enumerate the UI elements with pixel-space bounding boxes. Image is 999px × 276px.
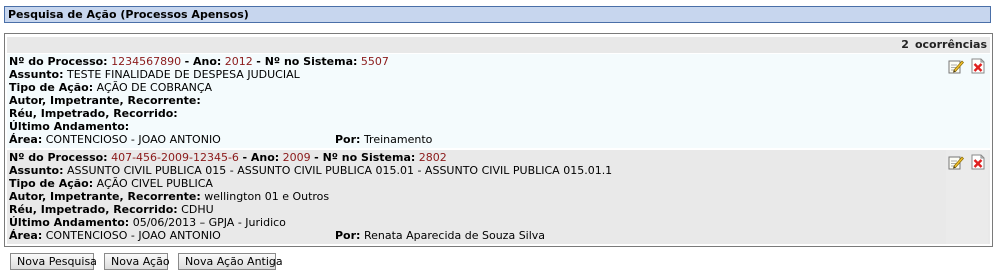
reu-label: Réu, Impetrado, Recorrido: [9, 107, 178, 120]
por-block: Por: Renata Aparecida de Souza Silva [335, 229, 545, 242]
area-line: Área: CONTENCIOSO - JOAO ANTONIO Por: Tr… [9, 133, 939, 146]
results-count: 2 [901, 38, 909, 51]
assunto-label: Assunto: [9, 68, 64, 81]
result-record: Nº do Processo: 407-456-2009-12345-6 - A… [7, 150, 990, 244]
area-value: CONTENCIOSO - JOAO ANTONIO [45, 133, 221, 146]
area-label: Área: [9, 229, 43, 242]
assunto-value: ASSUNTO CIVIL PUBLICA 015 - ASSUNTO CIVI… [66, 164, 613, 177]
area-value: CONTENCIOSO - JOAO ANTONIO [45, 229, 221, 242]
reu-value: CDHU [181, 203, 214, 216]
delete-x-icon[interactable] [970, 154, 986, 170]
tipo-acao-value: AÇÃO DE COBRANÇA [96, 81, 213, 94]
record-details: Nº do Processo: 1234567890 - Ano: 2012 -… [9, 55, 939, 146]
reu-label: Réu, Impetrado, Recorrido: [9, 203, 178, 216]
record-actions [946, 150, 988, 244]
ultimo-andamento-label: Último Andamento: [9, 120, 130, 133]
ano-value: 2009 [282, 151, 311, 164]
ano-label: Ano: [192, 55, 222, 68]
results-count-label: ocorrências [914, 38, 987, 51]
processo-value: 407-456-2009-12345-6 [111, 151, 239, 164]
tipo-acao-value: AÇÃO CIVEL PUBLICA [96, 177, 213, 190]
processo-label: Nº do Processo: [9, 151, 108, 164]
por-label: Por: [335, 229, 361, 242]
reu-line: Réu, Impetrado, Recorrido: [9, 107, 939, 120]
autor-line: Autor, Impetrante, Recorrente: [9, 94, 939, 107]
sistema-label: Nº no Sistema: [264, 55, 358, 68]
record-actions [946, 54, 988, 148]
reu-line: Réu, Impetrado, Recorrido: CDHU [9, 203, 939, 216]
sistema-value: 5507 [360, 55, 389, 68]
record-details: Nº do Processo: 407-456-2009-12345-6 - A… [9, 151, 939, 242]
sistema-label: Nº no Sistema: [322, 151, 416, 164]
por-value: Renata Aparecida de Souza Silva [363, 229, 546, 242]
area-line: Área: CONTENCIOSO - JOAO ANTONIO Por: Re… [9, 229, 939, 242]
autor-value: wellington 01 e Outros [204, 190, 330, 203]
page-title: Pesquisa de Ação (Processos Apensos) [4, 6, 991, 23]
area-label: Área: [9, 133, 43, 146]
ano-value: 2012 [224, 55, 253, 68]
edit-pencil-icon[interactable] [948, 58, 964, 74]
ano-label: Ano: [250, 151, 280, 164]
processo-value: 1234567890 [111, 55, 182, 68]
sistema-value: 2802 [418, 151, 447, 164]
assunto-line: Assunto: TESTE FINALIDADE DE DESPESA JUD… [9, 68, 939, 81]
assunto-value: TESTE FINALIDADE DE DESPESA JUDUCIAL [66, 68, 300, 81]
ultimo-andamento-line: Último Andamento: 05/06/2013 – GPJA - Ju… [9, 216, 939, 229]
autor-label: Autor, Impetrante, Recorrente: [9, 190, 201, 203]
record-id-line: Nº do Processo: 1234567890 - Ano: 2012 -… [9, 55, 389, 68]
ultimo-andamento-value: 05/06/2013 – GPJA - Juridico [132, 216, 286, 229]
ultimo-andamento-line: Último Andamento: [9, 120, 939, 133]
nova-acao-button[interactable]: Nova Ação [104, 253, 170, 270]
tipo-acao-line: Tipo de Ação: AÇÃO CIVEL PUBLICA [9, 177, 939, 190]
delete-x-icon[interactable] [970, 58, 986, 74]
results-count-bar: 2 ocorrências [7, 37, 990, 53]
processo-label: Nº do Processo: [9, 55, 108, 68]
assunto-label: Assunto: [9, 164, 64, 177]
edit-pencil-icon[interactable] [948, 154, 964, 170]
tipo-acao-line: Tipo de Ação: AÇÃO DE COBRANÇA [9, 81, 939, 94]
ultimo-andamento-label: Último Andamento: [9, 216, 130, 229]
por-value: Treinamento [363, 133, 433, 146]
results-panel: 2 ocorrências Nº do Processo: 1234567890 … [4, 33, 993, 247]
nova-acao-antiga-button[interactable]: Nova Ação Antiga [178, 253, 283, 270]
por-label: Por: [335, 133, 361, 146]
autor-line: Autor, Impetrante, Recorrente: wellingto… [9, 190, 939, 203]
assunto-line: Assunto: ASSUNTO CIVIL PUBLICA 015 - ASS… [9, 164, 939, 177]
nova-pesquisa-button[interactable]: Nova Pesquisa [10, 253, 97, 270]
autor-label: Autor, Impetrante, Recorrente: [9, 94, 201, 107]
por-block: Por: Treinamento [335, 133, 432, 146]
result-record: Nº do Processo: 1234567890 - Ano: 2012 -… [7, 54, 990, 148]
tipo-acao-label: Tipo de Ação: [9, 81, 94, 94]
record-id-line: Nº do Processo: 407-456-2009-12345-6 - A… [9, 151, 447, 164]
tipo-acao-label: Tipo de Ação: [9, 177, 94, 190]
